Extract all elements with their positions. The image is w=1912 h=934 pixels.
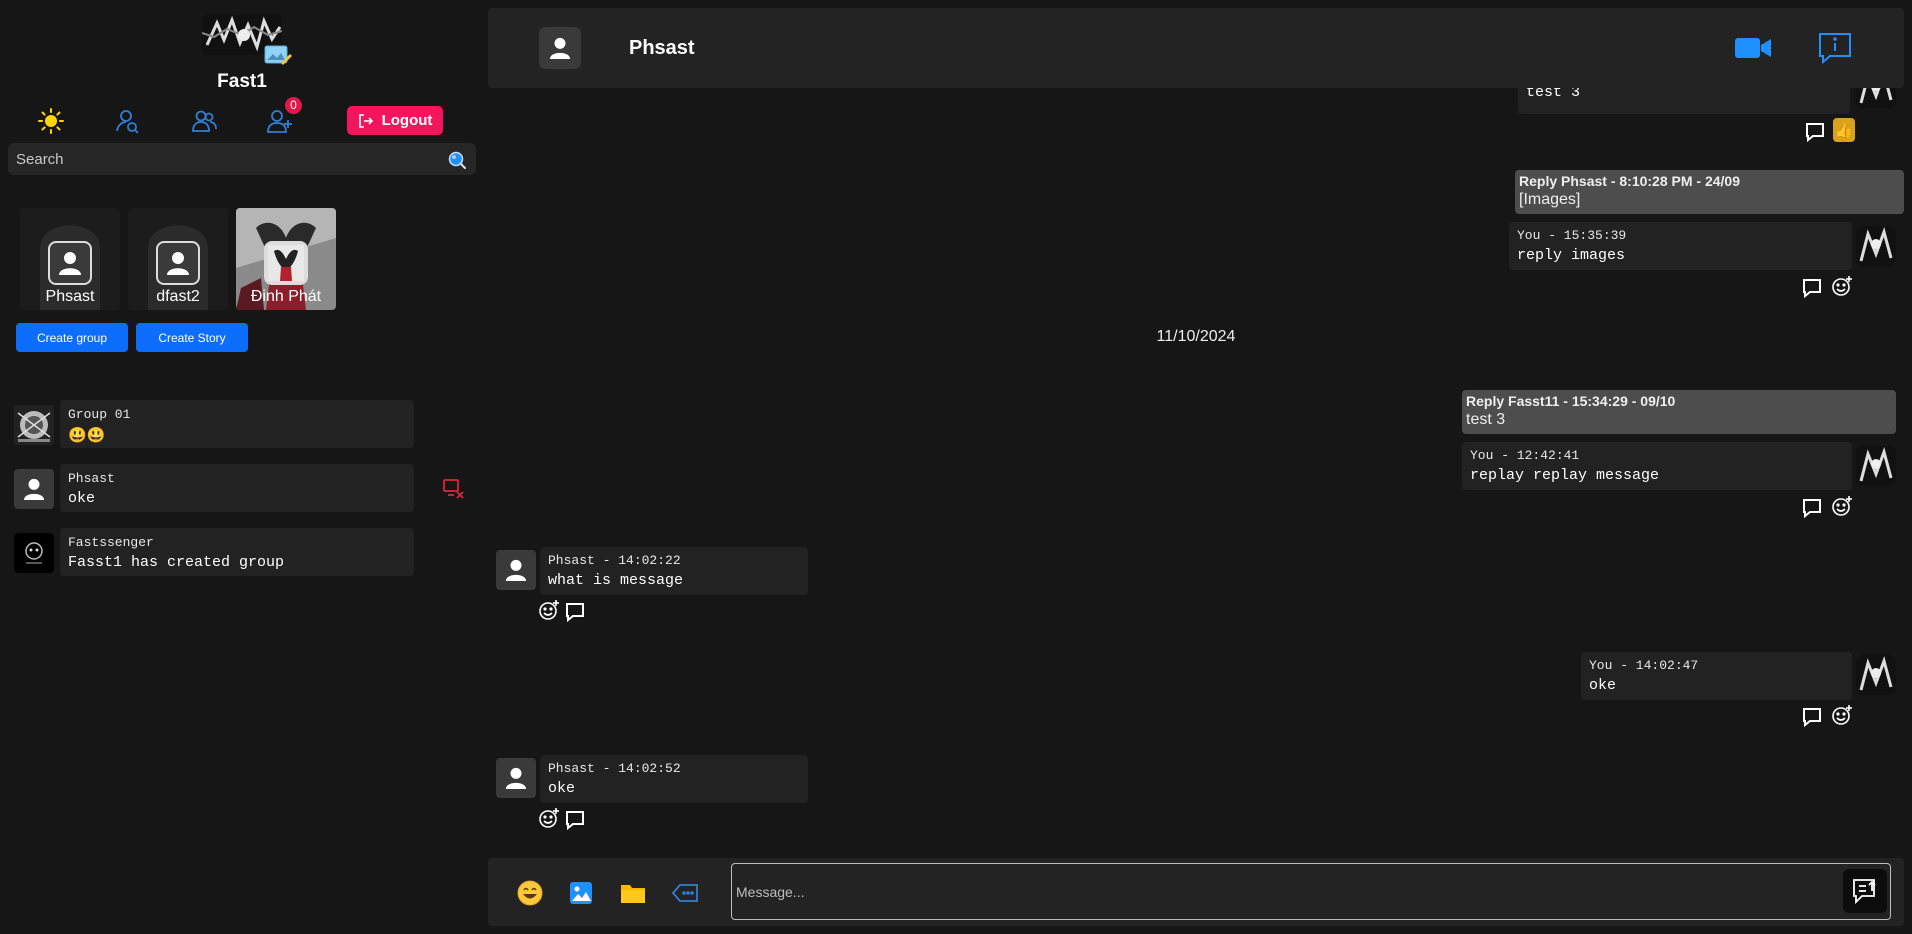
search-box bbox=[8, 143, 476, 175]
message-bubble: You - 15:35:39 reply images bbox=[1509, 222, 1852, 270]
folder-icon[interactable] bbox=[619, 879, 647, 907]
add-reaction-icon[interactable] bbox=[538, 599, 560, 621]
sender-avatar bbox=[1856, 226, 1896, 266]
message-input[interactable] bbox=[736, 864, 1836, 919]
conversation-body: Phsast oke bbox=[60, 464, 414, 512]
message-outgoing: test 3 👍 bbox=[488, 88, 1904, 148]
reply-icon[interactable] bbox=[564, 809, 586, 831]
conversation-last-message: oke bbox=[68, 490, 96, 507]
story-user-avatar bbox=[264, 241, 308, 285]
user-icon bbox=[48, 241, 92, 285]
message-text: reply images bbox=[1517, 247, 1626, 264]
message-text: replay replay message bbox=[1470, 467, 1660, 484]
conversation-name: Group 01 bbox=[68, 407, 131, 422]
conversation-item[interactable]: Phsast oke bbox=[14, 464, 414, 512]
user-icon bbox=[14, 469, 54, 509]
sender-avatar bbox=[1856, 88, 1896, 108]
create-story-button[interactable]: Create Story bbox=[136, 323, 248, 352]
tag-icon[interactable] bbox=[671, 879, 699, 907]
image-icon[interactable] bbox=[567, 879, 595, 907]
create-group-button[interactable]: Create group bbox=[16, 323, 128, 352]
conversation-item[interactable]: Group 01 😃😃 bbox=[14, 400, 414, 448]
sender-avatar bbox=[1856, 655, 1896, 695]
send-button[interactable] bbox=[1843, 869, 1887, 913]
message-meta: You - 14:02:47 bbox=[1589, 658, 1699, 673]
sun-icon[interactable] bbox=[36, 106, 66, 136]
story-name: dfast2 bbox=[156, 288, 200, 305]
conversation-last-message: Fasst1 has created group bbox=[68, 554, 285, 571]
add-reaction-icon[interactable] bbox=[1831, 275, 1853, 297]
edit-avatar-icon[interactable] bbox=[264, 43, 292, 67]
logout-icon bbox=[358, 113, 373, 128]
reply-quote-text: [Images] bbox=[1519, 191, 1581, 208]
reply-quote-text: test 3 bbox=[1466, 411, 1506, 428]
user-icon[interactable] bbox=[539, 27, 581, 69]
reply-quote-header: Reply Phsast - 8:10:28 PM - 24/09 bbox=[1519, 173, 1740, 189]
story-card[interactable]: Đinh Phát bbox=[236, 208, 336, 310]
reply-quote-header: Reply Fasst11 - 15:34:29 - 09/10 bbox=[1466, 393, 1676, 409]
search-input[interactable] bbox=[16, 143, 436, 175]
message-text: oke bbox=[1589, 677, 1617, 694]
friend-requests-badge: 0 bbox=[285, 97, 302, 114]
date-separator: 11/10/2024 bbox=[1156, 328, 1236, 345]
conversation-name: Fastssenger bbox=[68, 535, 154, 550]
message-meta: Phsast - 14:02:22 bbox=[548, 553, 681, 568]
search-icon[interactable] bbox=[448, 151, 467, 170]
sidebar: Fast1 0 Logout Search Phsast dfast2 Đinh… bbox=[0, 0, 484, 934]
add-reaction-icon[interactable] bbox=[538, 807, 560, 829]
chat-title: Phsast bbox=[629, 37, 695, 59]
message-field bbox=[731, 863, 1891, 920]
sender-avatar bbox=[1856, 446, 1896, 486]
conversation-last-message: 😃😃 bbox=[68, 428, 106, 445]
reaction-emoji: 👍 bbox=[1835, 121, 1853, 138]
story-name: Phsast bbox=[45, 288, 95, 305]
message-bubble: test 3 bbox=[1518, 88, 1850, 114]
story-name: Đinh Phát bbox=[250, 288, 322, 305]
chat-header: Phsast bbox=[488, 8, 1904, 88]
story-card[interactable]: Phsast bbox=[20, 208, 120, 310]
user-icon bbox=[156, 241, 200, 285]
message-bubble: Phsast - 14:02:22 what is message bbox=[540, 547, 808, 595]
message-text: oke bbox=[548, 780, 576, 797]
user-icon bbox=[496, 550, 536, 590]
logout-button[interactable]: Logout bbox=[347, 106, 443, 135]
reply-icon[interactable] bbox=[564, 601, 586, 623]
reply-quote[interactable]: Reply Phsast - 8:10:28 PM - 24/09 [Image… bbox=[1515, 170, 1904, 214]
reply-icon[interactable] bbox=[1801, 277, 1823, 299]
message-bubble: You - 12:42:41 replay replay message bbox=[1462, 442, 1852, 490]
add-reaction-icon[interactable] bbox=[1831, 704, 1853, 726]
message-bubble: You - 14:02:47 oke bbox=[1581, 652, 1852, 700]
story-card[interactable]: dfast2 bbox=[128, 208, 228, 310]
contact-search-icon[interactable] bbox=[112, 106, 142, 136]
message-text: test 3 bbox=[1526, 88, 1581, 101]
user-icon bbox=[496, 758, 536, 798]
info-icon[interactable] bbox=[1818, 32, 1852, 65]
conversation-body: Fastssenger Fasst1 has created group bbox=[60, 528, 414, 576]
send-icon bbox=[1853, 879, 1876, 905]
message-meta: You - 15:35:39 bbox=[1517, 228, 1627, 243]
message-meta: Phsast - 14:02:52 bbox=[548, 761, 681, 776]
conversation-name: Phsast bbox=[68, 471, 115, 486]
add-reaction-icon[interactable] bbox=[1831, 495, 1853, 517]
reply-icon[interactable] bbox=[1801, 497, 1823, 519]
message-composer bbox=[488, 858, 1904, 926]
message-text: what is message bbox=[548, 572, 684, 589]
profile-name: Fast1 bbox=[217, 71, 267, 92]
message-bubble: Phsast - 14:02:52 oke bbox=[540, 755, 808, 803]
message-meta: You - 12:42:41 bbox=[1470, 448, 1580, 463]
emoji-icon[interactable] bbox=[516, 879, 544, 907]
friends-icon[interactable] bbox=[189, 106, 219, 136]
logout-label: Logout bbox=[381, 112, 433, 129]
conversation-body: Group 01 😃😃 bbox=[60, 400, 414, 448]
reply-quote[interactable]: Reply Fasst11 - 15:34:29 - 09/10 test 3 bbox=[1462, 390, 1896, 434]
group-avatar bbox=[14, 405, 54, 445]
video-call-icon[interactable] bbox=[1734, 34, 1772, 62]
reaction-badge[interactable]: 👍 bbox=[1833, 118, 1855, 142]
reply-icon[interactable] bbox=[1801, 706, 1823, 728]
message-list: test 3 👍 Reply Phsast - 8:10:28 PM - 24/… bbox=[488, 88, 1904, 858]
reply-icon[interactable] bbox=[1804, 121, 1826, 143]
delete-chat-icon[interactable] bbox=[442, 478, 464, 500]
group-avatar bbox=[14, 533, 54, 573]
conversation-item[interactable]: Fastssenger Fasst1 has created group bbox=[14, 528, 414, 576]
